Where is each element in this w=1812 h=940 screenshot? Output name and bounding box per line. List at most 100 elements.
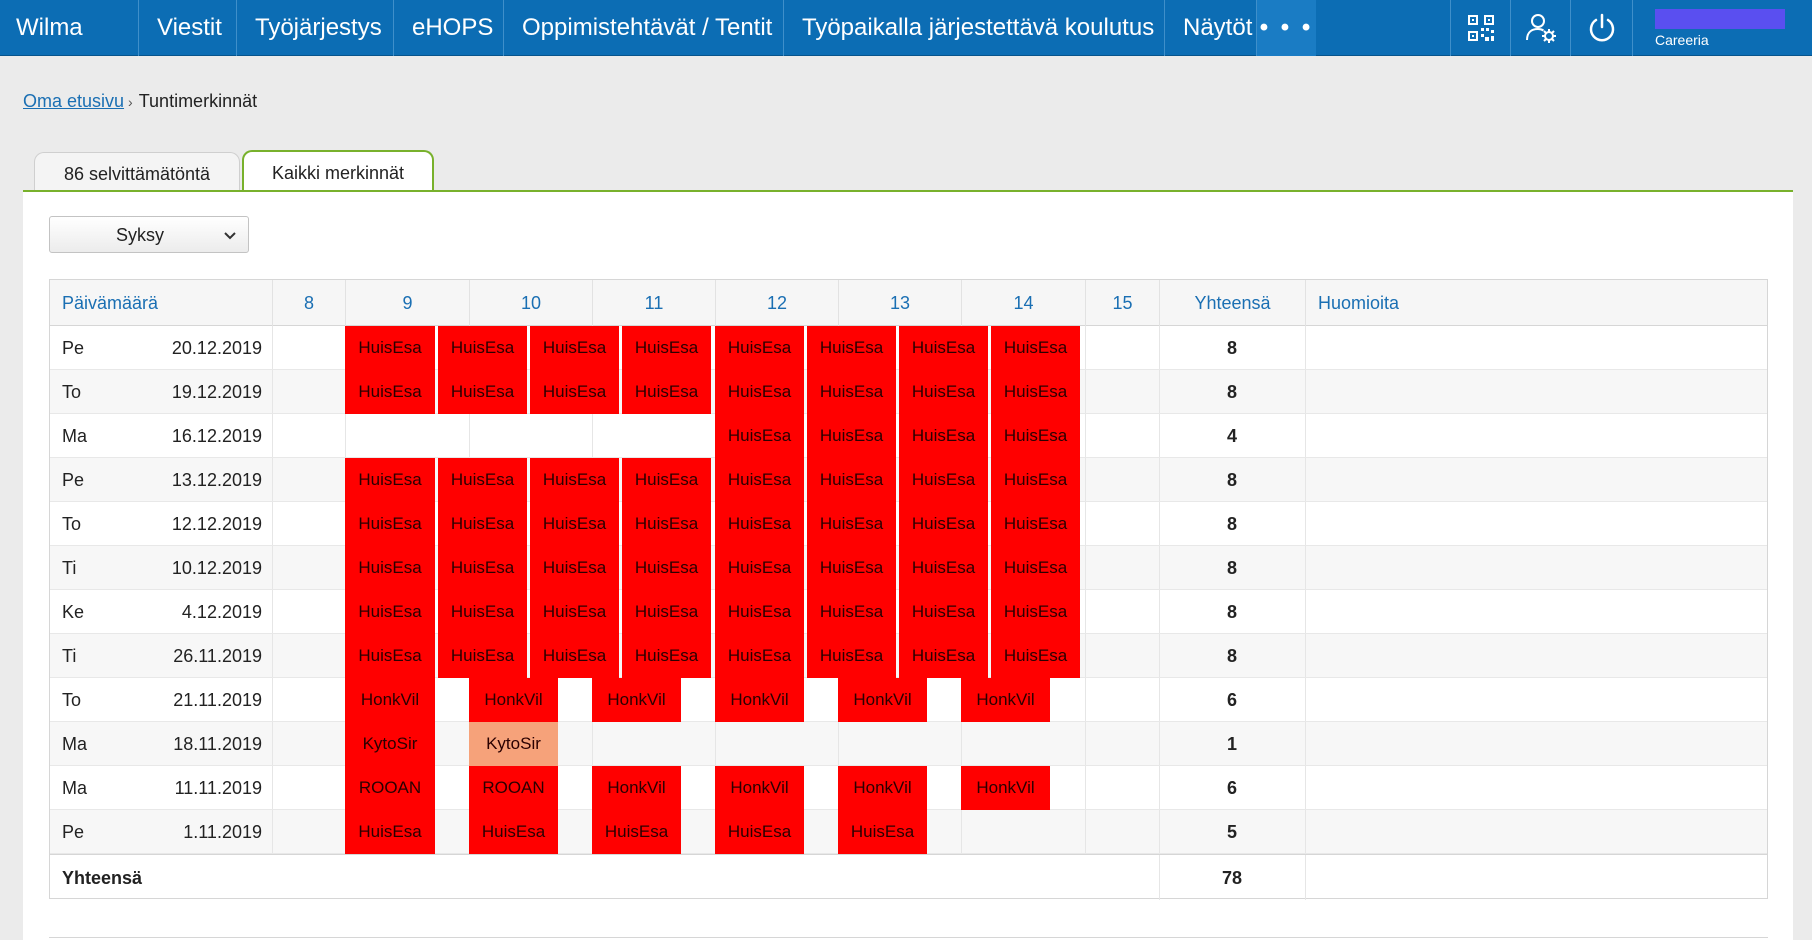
- breadcrumb-home-link[interactable]: Oma etusivu: [23, 91, 124, 111]
- user-account-menu[interactable]: Careeria: [1632, 0, 1812, 56]
- absence-mark[interactable]: HuisEsa: [622, 502, 711, 546]
- absence-mark[interactable]: HuisEsa: [991, 458, 1080, 502]
- table-row: Ma 18.11.2019 KytoSir KytoSir 1: [50, 722, 1767, 766]
- absence-mark[interactable]: KytoSir: [469, 722, 558, 766]
- absence-mark[interactable]: HuisEsa: [899, 546, 988, 590]
- qr-code-button[interactable]: [1450, 0, 1510, 56]
- absence-mark[interactable]: HuisEsa: [899, 634, 988, 678]
- absence-mark[interactable]: HuisEsa: [345, 502, 435, 546]
- absence-mark[interactable]: HuisEsa: [899, 414, 988, 458]
- absence-mark[interactable]: HuisEsa: [807, 414, 896, 458]
- absence-mark[interactable]: HuisEsa: [991, 414, 1080, 458]
- absence-mark[interactable]: HuisEsa: [899, 370, 988, 414]
- absence-mark[interactable]: HonkVil: [592, 766, 681, 810]
- absence-mark[interactable]: HuisEsa: [530, 634, 619, 678]
- nav-item-tyojarjestys[interactable]: Työjärjestys: [236, 0, 393, 56]
- absence-mark[interactable]: HuisEsa: [438, 458, 527, 502]
- absence-mark[interactable]: HuisEsa: [899, 458, 988, 502]
- logout-button[interactable]: [1570, 0, 1632, 56]
- absence-mark[interactable]: HuisEsa: [530, 590, 619, 634]
- absence-mark[interactable]: HuisEsa: [345, 590, 435, 634]
- absence-mark[interactable]: HuisEsa: [991, 326, 1080, 370]
- absence-mark[interactable]: HuisEsa: [715, 414, 804, 458]
- absence-mark[interactable]: HuisEsa: [592, 810, 681, 854]
- absence-mark[interactable]: HonkVil: [838, 766, 927, 810]
- absence-mark[interactable]: HuisEsa: [438, 634, 527, 678]
- absence-mark[interactable]: HuisEsa: [622, 634, 711, 678]
- absence-mark[interactable]: HuisEsa: [991, 634, 1080, 678]
- absence-mark[interactable]: HuisEsa: [530, 502, 619, 546]
- absence-mark[interactable]: HuisEsa: [345, 370, 435, 414]
- absence-mark[interactable]: HuisEsa: [991, 546, 1080, 590]
- absence-mark[interactable]: HuisEsa: [622, 370, 711, 414]
- absence-mark[interactable]: HuisEsa: [715, 546, 804, 590]
- column-divider: [592, 414, 593, 457]
- absence-mark[interactable]: HuisEsa: [899, 326, 988, 370]
- absence-mark[interactable]: HuisEsa: [807, 590, 896, 634]
- nav-item-naytot[interactable]: Näytöt: [1164, 0, 1256, 56]
- absence-mark[interactable]: HuisEsa: [991, 370, 1080, 414]
- nav-item-tyopaikalla[interactable]: Työpaikalla järjestettävä koulutus: [783, 0, 1164, 56]
- absence-mark[interactable]: HuisEsa: [899, 502, 988, 546]
- absence-mark[interactable]: HuisEsa: [622, 546, 711, 590]
- absence-mark[interactable]: HonkVil: [715, 678, 804, 722]
- user-settings-button[interactable]: [1510, 0, 1570, 56]
- absence-mark[interactable]: HuisEsa: [807, 502, 896, 546]
- absence-mark[interactable]: HuisEsa: [838, 810, 927, 854]
- absence-mark[interactable]: HuisEsa: [991, 590, 1080, 634]
- nav-item-oppimistehtavat[interactable]: Oppimistehtävät / Tentit: [503, 0, 783, 56]
- absence-mark[interactable]: HonkVil: [715, 766, 804, 810]
- absence-mark[interactable]: HonkVil: [961, 678, 1050, 722]
- absence-mark[interactable]: HuisEsa: [530, 326, 619, 370]
- absence-mark[interactable]: ROOAN: [345, 766, 435, 810]
- absence-mark[interactable]: HonkVil: [961, 766, 1050, 810]
- absence-mark[interactable]: HuisEsa: [715, 326, 804, 370]
- absence-mark[interactable]: HuisEsa: [807, 546, 896, 590]
- nav-item-ehops[interactable]: eHOPS: [393, 0, 503, 56]
- absence-mark[interactable]: HuisEsa: [622, 458, 711, 502]
- absence-mark[interactable]: HuisEsa: [438, 326, 527, 370]
- absence-mark[interactable]: HuisEsa: [991, 502, 1080, 546]
- absence-mark[interactable]: HonkVil: [592, 678, 681, 722]
- absence-mark[interactable]: HuisEsa: [530, 458, 619, 502]
- absence-mark[interactable]: HuisEsa: [715, 634, 804, 678]
- absence-mark[interactable]: HuisEsa: [715, 810, 804, 854]
- absence-mark[interactable]: HuisEsa: [345, 810, 435, 854]
- more-menu-button[interactable]: • • •: [1256, 0, 1316, 56]
- date-cell: 18.11.2019: [173, 734, 262, 754]
- absence-mark[interactable]: HuisEsa: [438, 370, 527, 414]
- absence-mark[interactable]: HuisEsa: [622, 326, 711, 370]
- absence-mark[interactable]: HuisEsa: [530, 546, 619, 590]
- absence-mark[interactable]: HuisEsa: [622, 590, 711, 634]
- absence-mark[interactable]: KytoSir: [345, 722, 435, 766]
- column-divider: [1305, 722, 1306, 765]
- absence-mark[interactable]: HuisEsa: [438, 590, 527, 634]
- column-header-date[interactable]: Päivämäärä: [50, 280, 272, 326]
- absence-mark[interactable]: HuisEsa: [715, 502, 804, 546]
- absence-mark[interactable]: HonkVil: [345, 678, 435, 722]
- absence-mark[interactable]: HuisEsa: [345, 458, 435, 502]
- absence-mark[interactable]: HuisEsa: [715, 370, 804, 414]
- absence-mark[interactable]: HuisEsa: [345, 546, 435, 590]
- tab-all-entries[interactable]: Kaikki merkinnät: [242, 150, 434, 192]
- nav-item-viestit[interactable]: Viestit: [138, 0, 236, 56]
- absence-mark[interactable]: HuisEsa: [715, 458, 804, 502]
- absence-mark[interactable]: HuisEsa: [469, 810, 558, 854]
- brand-link[interactable]: Wilma: [0, 0, 138, 56]
- absence-mark[interactable]: HonkVil: [838, 678, 927, 722]
- absence-mark[interactable]: HuisEsa: [530, 370, 619, 414]
- absence-mark[interactable]: HuisEsa: [438, 546, 527, 590]
- tab-unresolved[interactable]: 86 selvittämätöntä: [34, 152, 240, 192]
- absence-mark[interactable]: HuisEsa: [899, 590, 988, 634]
- absence-mark[interactable]: HuisEsa: [807, 634, 896, 678]
- absence-mark[interactable]: HuisEsa: [715, 590, 804, 634]
- absence-mark[interactable]: HuisEsa: [345, 634, 435, 678]
- absence-mark[interactable]: HuisEsa: [807, 326, 896, 370]
- absence-mark[interactable]: HuisEsa: [438, 502, 527, 546]
- absence-mark[interactable]: HonkVil: [469, 678, 558, 722]
- term-select[interactable]: Syksy: [49, 216, 249, 253]
- absence-mark[interactable]: ROOAN: [469, 766, 558, 810]
- absence-mark[interactable]: HuisEsa: [807, 458, 896, 502]
- absence-mark[interactable]: HuisEsa: [807, 370, 896, 414]
- absence-mark[interactable]: HuisEsa: [345, 326, 435, 370]
